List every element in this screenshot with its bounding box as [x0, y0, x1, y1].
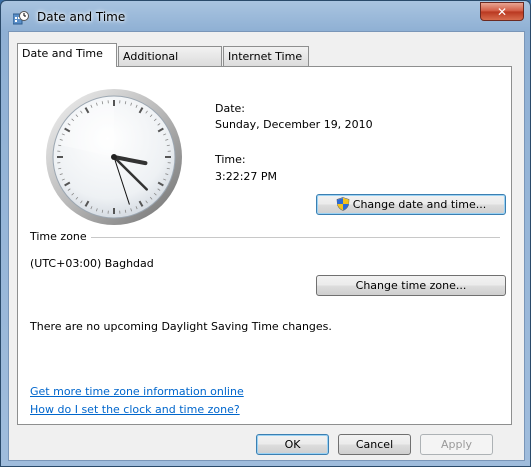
time-zone-section-label: Time zone [30, 230, 91, 243]
date-value: Sunday, December 19, 2010 [215, 118, 373, 131]
change-time-zone-button[interactable]: Change time zone... [316, 275, 506, 296]
close-icon: ✕ [496, 5, 508, 19]
uac-shield-icon [336, 197, 350, 211]
window-title: Date and Time [37, 10, 126, 24]
more-timezone-info-link[interactable]: Get more time zone information online [30, 385, 244, 398]
time-label: Time: [215, 153, 246, 166]
tab-label: Internet Time [228, 50, 303, 63]
cancel-label: Cancel [355, 438, 394, 451]
analog-clock [46, 89, 182, 225]
change-time-zone-label: Change time zone... [355, 279, 467, 292]
clock-center-pin [111, 154, 117, 160]
change-date-time-label: Change date and time... [352, 198, 487, 211]
dst-message: There are no upcoming Daylight Saving Ti… [30, 320, 332, 333]
cancel-button[interactable]: Cancel [338, 434, 411, 455]
how-to-set-clock-link[interactable]: How do I set the clock and time zone? [30, 403, 240, 416]
tab-additional-clocks[interactable]: Additional Clocks [118, 46, 222, 82]
time-zone-separator [30, 237, 500, 238]
apply-label: Apply [440, 438, 473, 451]
date-label: Date: [215, 102, 245, 115]
title-bar[interactable]: Date and Time ✕ [1, 1, 530, 31]
date-time-window: Date and Time ✕ Date and Time Additional… [0, 0, 531, 467]
ok-button[interactable]: OK [256, 434, 329, 455]
datetime-app-icon [13, 11, 29, 25]
time-value: 3:22:27 PM [215, 170, 278, 183]
apply-button[interactable]: Apply [420, 434, 493, 455]
tab-internet-time[interactable]: Internet Time [223, 46, 309, 66]
tab-label: Date and Time [22, 47, 103, 60]
change-date-time-button[interactable]: Change date and time... [316, 194, 506, 215]
dialog-client: Date and Time Additional Clocks Internet… [8, 31, 525, 461]
time-zone-value: (UTC+03:00) Baghdad [30, 257, 154, 270]
close-button[interactable]: ✕ [480, 2, 524, 21]
tab-date-and-time[interactable]: Date and Time [17, 43, 117, 67]
ok-label: OK [284, 438, 301, 451]
tab-panel-date-and-time: Date: Sunday, December 19, 2010 Time: 3:… [17, 66, 512, 425]
